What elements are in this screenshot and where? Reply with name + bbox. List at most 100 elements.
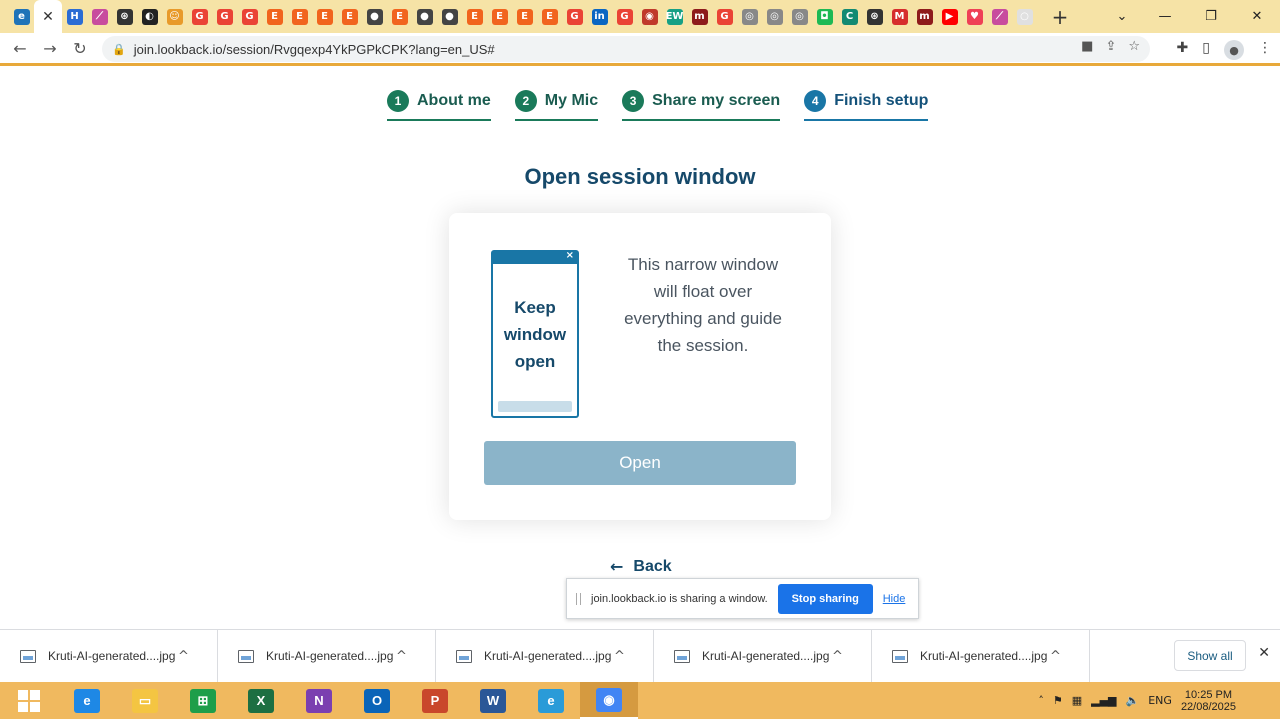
step-about-me[interactable]: 1 About me: [387, 90, 491, 121]
browser-tab[interactable]: E: [487, 0, 512, 33]
taskbar-app[interactable]: e: [58, 682, 116, 719]
browser-tab[interactable]: ◎: [762, 0, 787, 33]
download-item[interactable]: Kruti-AI-generated....jpg ^: [654, 629, 872, 683]
browser-tab[interactable]: ♥: [962, 0, 987, 33]
reload-icon[interactable]: ↻: [65, 39, 95, 58]
browser-tab[interactable]: G: [187, 0, 212, 33]
wifi-signal-icon[interactable]: ▂▄▆: [1091, 694, 1116, 707]
clock[interactable]: 10:25 PM 22/08/2025: [1181, 689, 1236, 713]
new-tab-button[interactable]: +: [1043, 5, 1077, 29]
browser-tab[interactable]: E: [287, 0, 312, 33]
download-item[interactable]: Kruti-AI-generated....jpg ^: [0, 629, 218, 683]
browser-tab[interactable]: ☺: [162, 0, 187, 33]
browser-tab[interactable]: G: [712, 0, 737, 33]
taskbar-app[interactable]: ⊞: [174, 682, 232, 719]
taskbar-app[interactable]: ◉: [580, 682, 638, 719]
minimize-button[interactable]: —: [1142, 9, 1188, 24]
profile-avatar-icon[interactable]: ●: [1224, 40, 1244, 60]
browser-tab[interactable]: E: [312, 0, 337, 33]
browser-tab[interactable]: M: [887, 0, 912, 33]
restore-button[interactable]: ❐: [1188, 9, 1234, 24]
browser-tab[interactable]: H: [62, 0, 87, 33]
taskbar-app[interactable]: P: [406, 682, 464, 719]
browser-tab[interactable]: ⊛: [112, 0, 137, 33]
network-adapter-icon[interactable]: ▦: [1072, 694, 1082, 707]
chevron-up-icon[interactable]: ^: [178, 649, 189, 664]
taskbar-app[interactable]: W: [464, 682, 522, 719]
browser-tab[interactable]: ●: [362, 0, 387, 33]
extensions-puzzle-icon[interactable]: ✚: [1177, 40, 1189, 60]
volume-icon[interactable]: 🔈: [1126, 694, 1140, 707]
chevron-up-icon[interactable]: ˄: [1038, 694, 1044, 707]
browser-tab[interactable]: in: [587, 0, 612, 33]
browser-tab[interactable]: ▶: [937, 0, 962, 33]
browser-tab[interactable]: ⟋: [87, 0, 112, 33]
taskbar-app[interactable]: X: [232, 682, 290, 719]
hide-link[interactable]: Hide: [883, 593, 906, 605]
browser-tab[interactable]: G: [612, 0, 637, 33]
url-text[interactable]: join.lookback.io/session/Rvgqexp4YkPGPkC…: [134, 42, 495, 57]
chevron-up-icon[interactable]: ^: [1050, 649, 1061, 664]
browser-tab[interactable]: E: [512, 0, 537, 33]
taskbar-app[interactable]: e: [522, 682, 580, 719]
chevron-up-icon[interactable]: ^: [396, 649, 407, 664]
step-my-mic[interactable]: 2 My Mic: [514, 90, 599, 121]
browser-tab[interactable]: G: [562, 0, 587, 33]
step-share-my-screen[interactable]: 3 Share my screen: [622, 90, 781, 121]
browser-tab[interactable]: E: [262, 0, 287, 33]
taskbar-app[interactable]: O: [348, 682, 406, 719]
close-window-button[interactable]: ✕: [1234, 9, 1280, 24]
browser-tab[interactable]: G: [212, 0, 237, 33]
lock-icon[interactable]: 🔒: [112, 43, 126, 56]
step-finish-setup[interactable]: 4 Finish setup: [804, 90, 929, 121]
taskbar-app[interactable]: N: [290, 682, 348, 719]
download-item[interactable]: Kruti-AI-generated....jpg ^: [436, 629, 654, 683]
browser-tab[interactable]: m: [687, 0, 712, 33]
close-tab-icon[interactable]: ✕: [42, 9, 54, 25]
bookmark-star-icon[interactable]: ☆: [1128, 39, 1140, 54]
close-icon[interactable]: ✕: [1258, 645, 1270, 661]
browser-tab[interactable]: m: [912, 0, 937, 33]
active-tab[interactable]: ✕: [34, 0, 62, 33]
taskbar-app[interactable]: ▭: [116, 682, 174, 719]
more-menu-icon[interactable]: ⋮: [1258, 40, 1272, 60]
browser-tab[interactable]: E: [387, 0, 412, 33]
side-panel-icon[interactable]: ▯: [1202, 40, 1210, 60]
download-item[interactable]: Kruti-AI-generated....jpg ^: [218, 629, 436, 683]
browser-tab[interactable]: ◘: [812, 0, 837, 33]
browser-tab[interactable]: E: [537, 0, 562, 33]
start-button[interactable]: [0, 682, 58, 719]
download-item[interactable]: Kruti-AI-generated....jpg ^: [872, 629, 1090, 683]
share-icon[interactable]: ⇪: [1105, 39, 1116, 54]
browser-tab[interactable]: ○: [1012, 0, 1037, 33]
browser-tab[interactable]: E: [337, 0, 362, 33]
browser-tab[interactable]: EW: [662, 0, 687, 33]
browser-tab[interactable]: G: [237, 0, 262, 33]
camera-icon[interactable]: ■: [1081, 39, 1093, 54]
tab-search-chevron-down-icon[interactable]: ⌄: [1102, 9, 1142, 24]
browser-tab[interactable]: ◉: [637, 0, 662, 33]
chevron-up-icon[interactable]: ^: [614, 649, 625, 664]
show-all-button[interactable]: Show all: [1174, 640, 1246, 671]
browser-tab[interactable]: ◎: [787, 0, 812, 33]
browser-tab[interactable]: ●: [412, 0, 437, 33]
address-bar[interactable]: 🔒 join.lookback.io/session/Rvgqexp4YkPGP…: [102, 36, 1150, 62]
drag-handle-icon[interactable]: [576, 592, 581, 605]
chevron-up-icon[interactable]: ^: [832, 649, 843, 664]
forward-arrow-icon[interactable]: →: [35, 39, 65, 58]
flag-icon[interactable]: ⚑: [1053, 694, 1063, 707]
browser-tab[interactable]: ⟋: [987, 0, 1012, 33]
browser-tab[interactable]: ⊛: [862, 0, 887, 33]
back-link[interactable]: ← Back: [610, 557, 672, 576]
browser-tab[interactable]: ◐: [137, 0, 162, 33]
browser-tab[interactable]: C: [837, 0, 862, 33]
browser-tab[interactable]: e: [9, 0, 34, 33]
step-number: 2: [514, 90, 537, 112]
open-button[interactable]: Open: [484, 441, 796, 485]
browser-tab[interactable]: ●: [437, 0, 462, 33]
browser-tab[interactable]: E: [462, 0, 487, 33]
stop-sharing-button[interactable]: Stop sharing: [777, 583, 873, 614]
language-indicator[interactable]: ENG: [1148, 694, 1172, 707]
browser-tab[interactable]: ◎: [737, 0, 762, 33]
back-arrow-icon[interactable]: ←: [5, 39, 35, 58]
